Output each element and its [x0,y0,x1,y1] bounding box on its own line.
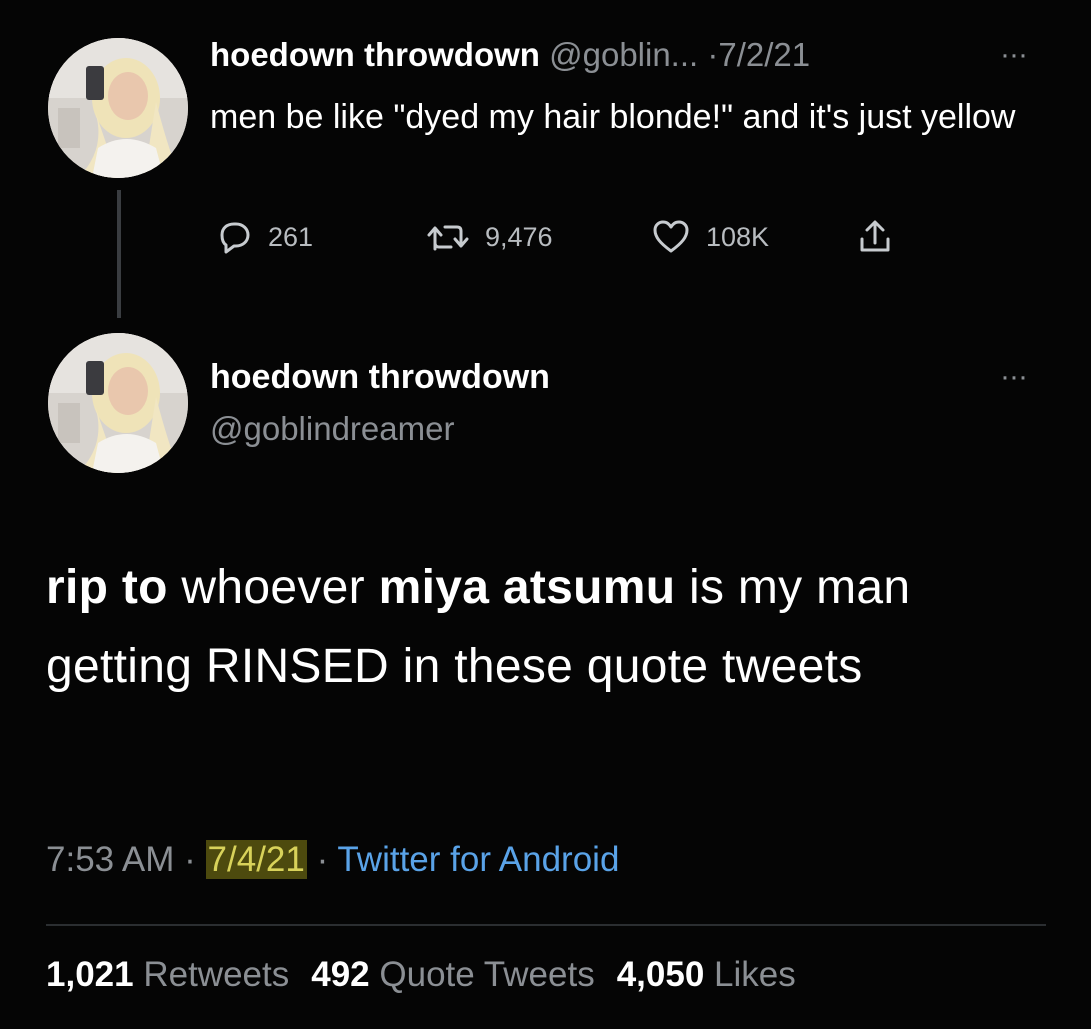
parent-header: hoedown throwdown @goblin... ·7/2/21 [210,36,810,74]
display-name[interactable]: hoedown throwdown [210,358,550,397]
likes-label: Likes [714,955,796,994]
tweet-time[interactable]: 7:53 AM [46,840,174,879]
separator: · [316,840,329,879]
retweet-button[interactable]: 9,476 [425,215,553,259]
separator: · [184,840,196,879]
tweet-meta: 7:53 AM · 7/4/21 · Twitter for Android [46,840,619,880]
handle[interactable]: @goblindreamer [210,410,454,448]
like-icon [653,220,689,253]
retweet-count: 9,476 [485,221,553,252]
like-button[interactable]: 108K [650,215,769,259]
retweets-stat[interactable]: 1,021 Retweets [46,955,289,994]
tweet-text: rip to whoever miya atsumu is my man get… [46,548,1046,706]
tweet-screenshot: hoedown throwdown @goblin... ·7/2/21 ···… [0,0,1091,1029]
source-link[interactable]: Twitter for Android [337,840,619,879]
retweet-icon [427,225,469,251]
retweets-count: 1,021 [46,955,134,994]
reply-count: 261 [268,221,314,252]
separator: · [707,36,719,73]
share-icon [860,220,890,252]
quote-tweets-label: Quote Tweets [379,955,595,994]
like-count: 108K [706,221,770,252]
text-bold-part: rip to [46,561,168,614]
divider [46,924,1046,926]
likes-stat[interactable]: 4,050 Likes [617,955,796,994]
avatar-photo [48,333,188,473]
parent-tweet[interactable]: hoedown throwdown @goblin... ·7/2/21 ···… [0,0,1091,330]
avatar[interactable] [48,333,188,473]
share-button[interactable] [855,215,895,259]
tweet-date[interactable]: 7/4/21 [205,840,307,879]
avatar[interactable] [48,38,188,178]
engagement-stats: 1,021 Retweets 492 Quote Tweets 4,050 Like… [46,955,796,995]
thread-line [117,190,121,318]
reply-icon [220,222,250,254]
display-name[interactable]: hoedown throwdown [210,36,540,73]
handle[interactable]: @goblin... [549,36,698,73]
likes-count: 4,050 [616,955,705,994]
tweet-date[interactable]: 7/2/21 [718,36,810,73]
avatar-photo [48,38,188,178]
text-bold-part: miya atsumu [378,561,676,614]
reply-button[interactable]: 261 [214,215,313,259]
more-options-button[interactable]: ··· [1000,362,1028,392]
text-part: whoever [167,561,379,614]
tweet-text: men be like "dyed my hair blonde!" and i… [210,98,1016,136]
retweets-label: Retweets [143,955,290,994]
quote-tweets-stat[interactable]: 492 Quote Tweets [311,955,594,994]
quote-tweets-count: 492 [311,955,370,994]
more-options-button[interactable]: ··· [1000,40,1028,70]
